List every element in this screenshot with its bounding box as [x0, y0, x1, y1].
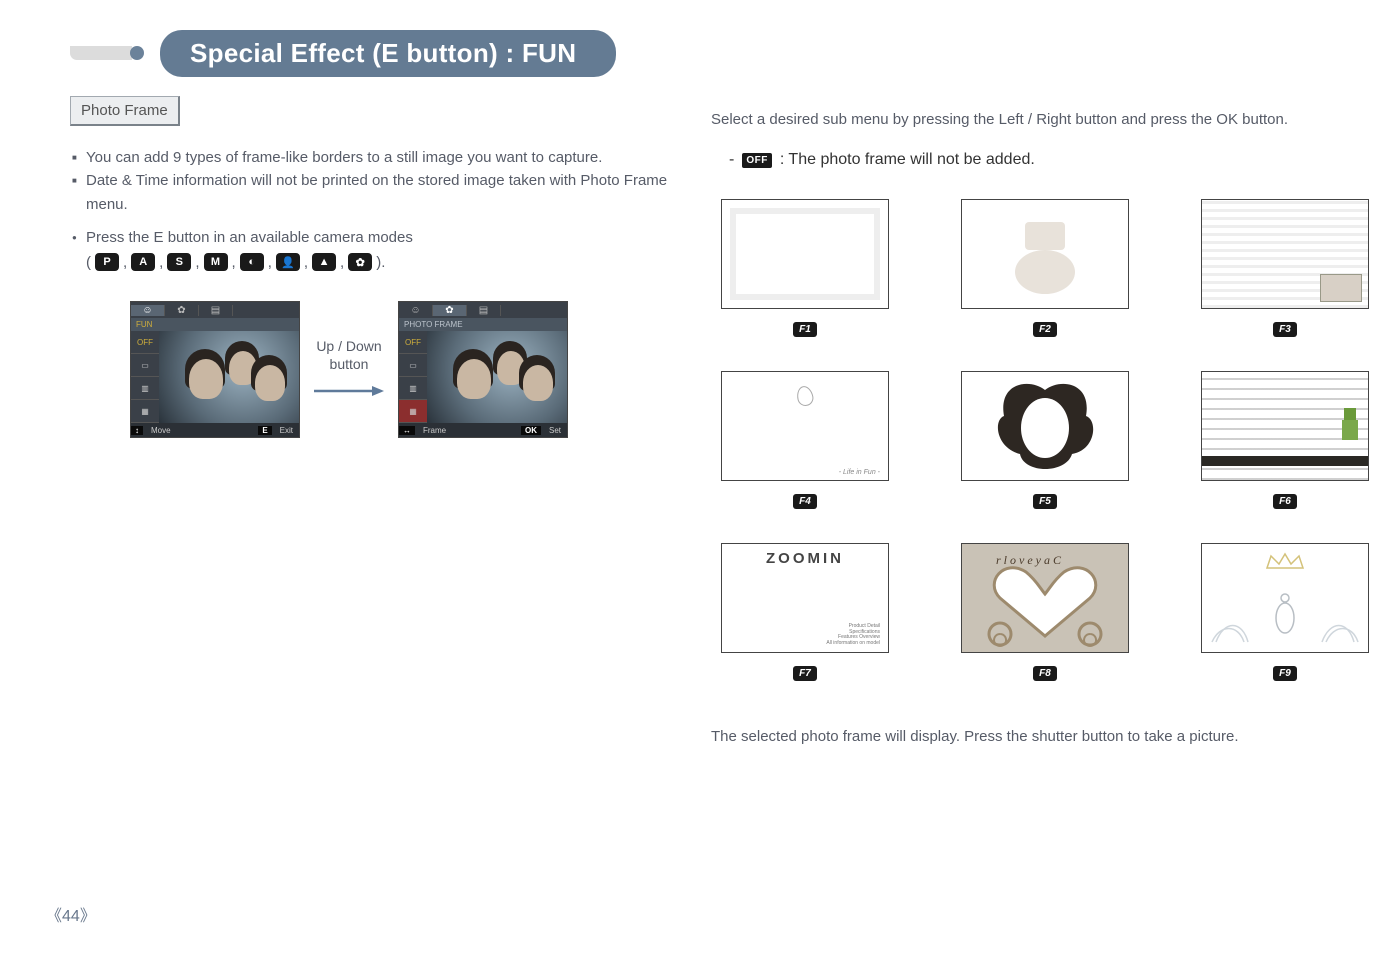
bullet-press: Press the E button in an available camer… — [86, 226, 671, 249]
title-decor — [70, 46, 170, 60]
frame-label: F1 — [793, 322, 817, 337]
frame-label: F2 — [1033, 322, 1057, 337]
frame-label: F4 — [793, 494, 817, 509]
frame-sample-8: r l o v e y a C F8 — [961, 543, 1129, 681]
screen-menu-off: OFF — [131, 331, 159, 354]
screen-menu-item-icon: ▭ — [399, 354, 427, 377]
frame-sample-1: F1 — [721, 199, 889, 337]
right-intro-text: Select a desired sub menu by pressing th… — [711, 108, 1311, 131]
screen-menu-item-icon: ▦ — [131, 400, 159, 423]
mode-icon: ◐ — [240, 253, 264, 271]
mode-icon: P — [95, 253, 119, 271]
screen-bar-ok-key: OK — [521, 426, 541, 435]
screen-preview-photo — [427, 331, 567, 423]
after-grid-text: The selected photo frame will display. P… — [711, 725, 1311, 748]
screen-bar-frame: Frame — [417, 426, 452, 435]
svg-text:r l o v e y a C: r l o v e y a C — [996, 553, 1062, 567]
page-number: 《44》 — [46, 902, 96, 926]
frames-grid: F1 F2 F3 F4 — [721, 199, 1311, 681]
off-line: - OFF : The photo frame will not be adde… — [729, 151, 1311, 169]
camera-screen-photoframe: ☺ ✿ ▤ PHOTO FRAME OFF ▭ ▥ ▦ — [398, 301, 568, 438]
mode-icon: ✿ — [348, 253, 372, 271]
paren-close: ). — [376, 254, 385, 271]
nav-updown-icon: ↕ — [131, 426, 143, 435]
arrow-right-icon — [314, 384, 384, 398]
frame-sample-3: F3 — [1201, 199, 1369, 337]
mode-icon: A — [131, 253, 155, 271]
screenshot-tab-icon: ▤ — [199, 305, 233, 316]
mode-icon: ▲ — [312, 253, 336, 271]
frame-sample-2: F2 — [961, 199, 1129, 337]
screenshot-tab-icon: ☺ — [399, 305, 433, 316]
frame-label: F9 — [1273, 666, 1297, 681]
arrow-label-block: Up / Down button — [314, 337, 384, 402]
frame-label: F3 — [1273, 322, 1297, 337]
frame-label: F8 — [1033, 666, 1057, 681]
frame-sample-7: ZOOMIN Product Detail Specifications Fea… — [721, 543, 889, 681]
off-badge: OFF — [742, 153, 772, 168]
off-dash: - — [729, 151, 734, 169]
screenshot-tab-icon: ☺ — [131, 305, 165, 316]
page-title-bar: Special Effect (E button) : FUN — [70, 30, 671, 76]
frame-7-subtitle: Product Detail Specifications Features O… — [730, 624, 880, 646]
screen-menu-item-icon: ▭ — [131, 354, 159, 377]
screen-photoframe-title: PHOTO FRAME — [399, 318, 567, 331]
bullet-datetime: Date & Time information will not be prin… — [86, 169, 671, 216]
camera-screens-row: ☺ ✿ ▤ FUN OFF ▭ ▥ ▦ — [130, 301, 671, 438]
frame-label: F7 — [793, 666, 817, 681]
page-title: Special Effect (E button) : FUN — [160, 30, 616, 77]
arrow-label-2: button — [314, 355, 384, 373]
screen-fun-title: FUN — [131, 318, 299, 331]
screen-bar-e-key: E — [258, 426, 271, 435]
screenshot-tab-icon: ✿ — [165, 305, 199, 316]
frame-sample-5: F5 — [961, 371, 1129, 509]
screenshot-tab-icon: ▤ — [467, 305, 501, 316]
mode-icon: 👤 — [276, 253, 300, 271]
screen-preview-photo — [159, 331, 299, 423]
screen-menu-item-icon: ▥ — [399, 377, 427, 400]
mode-icon: M — [204, 253, 228, 271]
frame-label: F6 — [1273, 494, 1297, 509]
frame-sample-4: F4 — [721, 371, 889, 509]
arrow-label-1: Up / Down — [314, 337, 384, 355]
frame-7-title: ZOOMIN — [730, 550, 880, 567]
camera-mode-row: ( P, A, S, M, ◐, 👤, ▲, ✿ ). — [70, 253, 671, 271]
frame-label: F5 — [1033, 494, 1057, 509]
camera-screen-fun: ☺ ✿ ▤ FUN OFF ▭ ▥ ▦ — [130, 301, 300, 438]
bullet-borders: You can add 9 types of frame-like border… — [86, 146, 671, 169]
screen-menu-off: OFF — [399, 331, 427, 354]
screen-menu-item-icon: ▥ — [131, 377, 159, 400]
frame-sample-6: F6 — [1201, 371, 1369, 509]
paren-open: ( — [86, 254, 91, 271]
screenshot-tab-icon: ✿ — [433, 305, 467, 316]
off-text: : The photo frame will not be added. — [780, 151, 1035, 169]
screen-bar-set: Set — [543, 426, 567, 435]
screen-bar-exit: Exit — [274, 426, 299, 435]
frame-sample-9: F9 — [1201, 543, 1369, 681]
crown-icon — [1265, 552, 1305, 570]
photo-frame-header: Photo Frame — [70, 96, 180, 126]
nav-leftright-icon: ↔ — [399, 426, 415, 435]
screen-menu-item-highlighted-icon: ▦ — [399, 400, 427, 423]
screen-bar-move: Move — [145, 426, 177, 435]
mode-icon: S — [167, 253, 191, 271]
